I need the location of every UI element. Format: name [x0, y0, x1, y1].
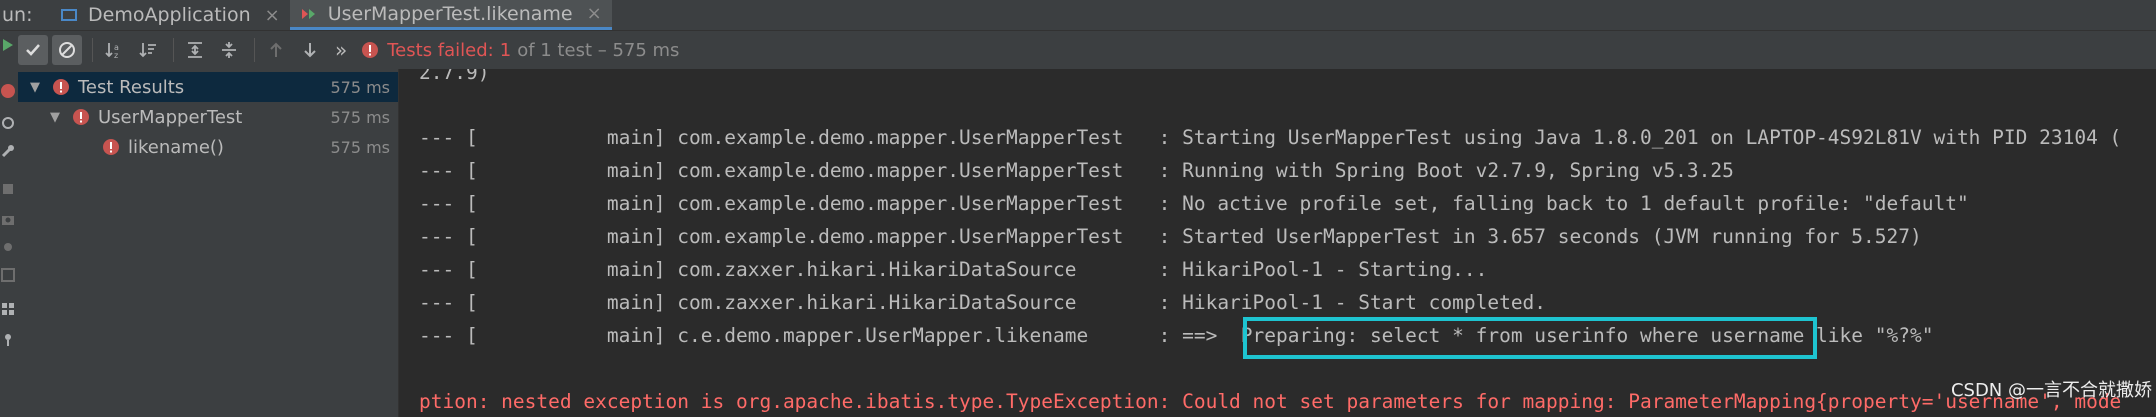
- stop-icon[interactable]: [0, 181, 16, 197]
- error-icon: [362, 42, 379, 58]
- run-label: un:: [2, 4, 33, 26]
- console-line: 2.7.9): [419, 69, 490, 84]
- ignored-icon: [59, 42, 75, 58]
- sort-duration-icon: [139, 43, 156, 58]
- test-results-tree: ▼ Test Results 575 ms ▼ UserMapperTest 5…: [18, 69, 399, 417]
- sort-by-duration-button[interactable]: [133, 35, 163, 65]
- pin-icon[interactable]: [0, 331, 16, 347]
- console-output[interactable]: 2.7.9) --- [ main] com.example.demo.mapp…: [399, 69, 2156, 417]
- chevron-down-icon[interactable]: ▼: [48, 110, 62, 125]
- expand-all-button[interactable]: [180, 35, 210, 65]
- test-status: Tests failed: 1 of 1 test – 575 ms: [361, 40, 679, 61]
- status-summary: of 1 test – 575 ms: [517, 39, 680, 61]
- run-side-strip: [0, 31, 19, 417]
- more-actions-button[interactable]: »: [335, 38, 347, 62]
- tab-demo-application[interactable]: DemoApplication ×: [50, 0, 290, 30]
- tree-item-test-results[interactable]: ▼ Test Results 575 ms: [18, 72, 398, 102]
- toolbar-separator: [92, 38, 93, 62]
- check-icon: [26, 44, 40, 56]
- expand-all-icon: [188, 42, 202, 58]
- error-badge-icon[interactable]: [0, 83, 16, 99]
- rerun-icon[interactable]: [0, 37, 16, 53]
- tree-item-usermappertest[interactable]: ▼ UserMapperTest 575 ms: [18, 102, 398, 132]
- show-ignored-button[interactable]: [52, 35, 82, 65]
- console-line: --- [ main] com.example.demo.mapper.User…: [419, 126, 2122, 149]
- sort-alphabetically-button[interactable]: az: [99, 35, 129, 65]
- collapse-all-icon: [222, 42, 236, 58]
- camera-icon[interactable]: [0, 211, 16, 227]
- sort-alpha-icon: az: [105, 43, 119, 60]
- tree-item-duration: 575 ms: [330, 77, 390, 97]
- highlight-box: [1243, 317, 1817, 359]
- close-icon[interactable]: ×: [265, 5, 280, 26]
- console-error-line: ption: nested exception is org.apache.ib…: [419, 390, 2122, 413]
- console-line: --- [ main] com.example.demo.mapper.User…: [419, 225, 1922, 248]
- tree-item-likename[interactable]: likename() 575 ms: [18, 132, 398, 162]
- tree-item-duration: 575 ms: [330, 137, 390, 157]
- toolbar-separator: [173, 38, 174, 62]
- debug-icon[interactable]: [0, 115, 16, 131]
- error-icon: [53, 79, 69, 95]
- collapse-all-button[interactable]: [214, 35, 244, 65]
- show-passed-button[interactable]: [18, 35, 48, 65]
- tab-label: UserMapperTest.likename: [327, 2, 573, 25]
- arrow-up-icon: [270, 42, 282, 57]
- tab-usermappertest-likename[interactable]: UserMapperTest.likename ×: [289, 0, 612, 30]
- grid-icon[interactable]: [0, 301, 16, 317]
- toolbar-separator: [254, 38, 255, 62]
- svg-text:z: z: [114, 51, 118, 60]
- status-failed-label: Tests failed:: [387, 39, 494, 61]
- console-line: --- [ main] com.zaxxer.hikari.HikariData…: [419, 258, 1488, 281]
- test-runner-toolbar: az » Tests failed: 1 of 1 test – 575 ms: [18, 31, 2156, 69]
- tree-item-label: likename(): [128, 136, 224, 158]
- layout-icon[interactable]: [0, 267, 16, 283]
- next-failed-button[interactable]: [295, 35, 325, 65]
- tree-item-label: Test Results: [78, 76, 185, 98]
- console-line: --- [ main] com.example.demo.mapper.User…: [419, 192, 1969, 215]
- chevron-down-icon[interactable]: ▼: [28, 80, 42, 95]
- console-line: --- [ main] com.zaxxer.hikari.HikariData…: [419, 291, 1547, 314]
- arrow-down-icon: [304, 43, 316, 58]
- close-icon[interactable]: ×: [587, 3, 602, 24]
- run-tabbar: un: DemoApplication × UserMapperTest.lik…: [0, 0, 2156, 31]
- settings-icon[interactable]: [0, 239, 16, 255]
- tree-item-label: UserMapperTest: [98, 106, 243, 128]
- wrench-icon[interactable]: [0, 143, 16, 159]
- tree-item-duration: 575 ms: [330, 107, 390, 127]
- error-icon: [103, 139, 119, 155]
- run-config-icon: [61, 9, 77, 21]
- tab-label: DemoApplication: [88, 4, 251, 26]
- error-icon: [73, 109, 89, 125]
- status-failed-count: 1: [499, 39, 512, 61]
- previous-failed-button[interactable]: [261, 35, 291, 65]
- watermark: CSDN @一言不合就撒娇: [1950, 380, 2152, 401]
- test-run-icon: [301, 8, 315, 19]
- console-line: --- [ main] com.example.demo.mapper.User…: [419, 159, 1734, 182]
